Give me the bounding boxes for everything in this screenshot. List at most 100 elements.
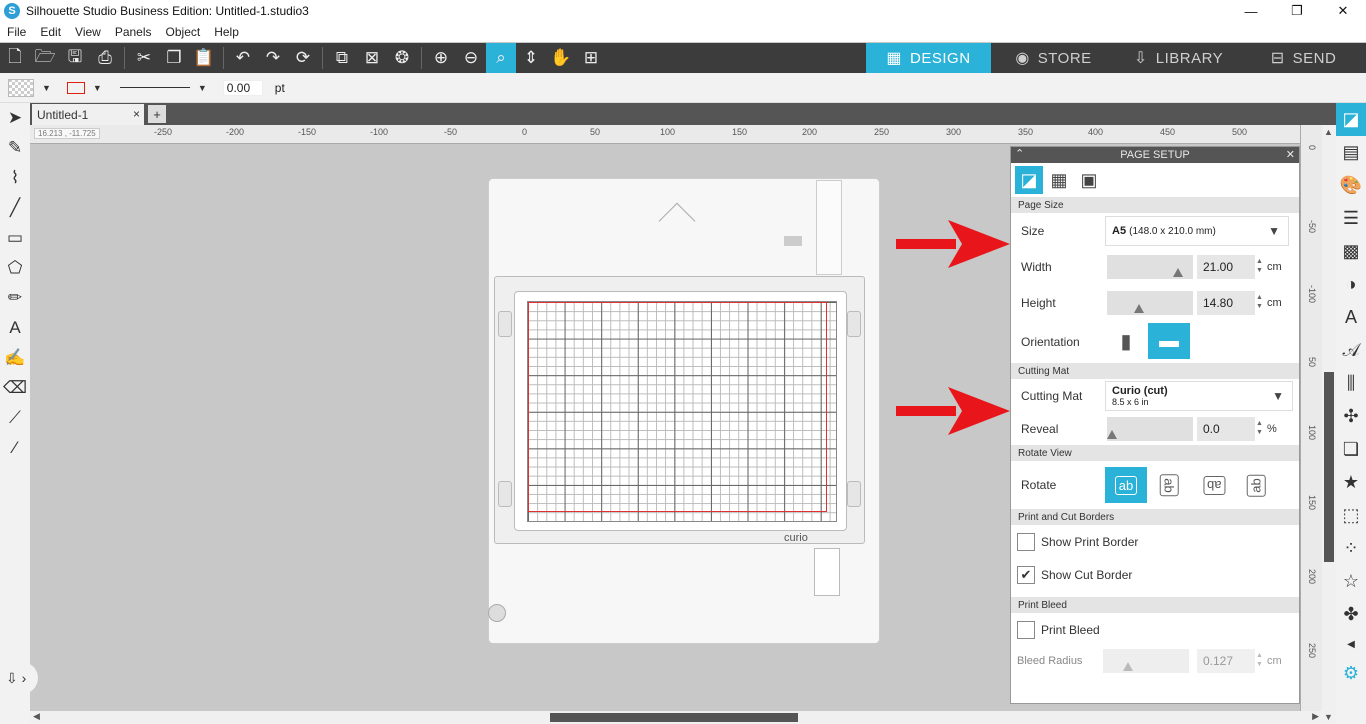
bleed-radius-input[interactable]: 0.127 bbox=[1197, 649, 1255, 673]
undo-icon[interactable]: ↶ bbox=[228, 43, 258, 73]
library-toggle-button[interactable]: ⇩ › bbox=[0, 662, 38, 694]
tab-store[interactable]: ◉ STORE bbox=[991, 43, 1116, 73]
transform-icon[interactable]: ✣ bbox=[1336, 400, 1366, 433]
settings-gear-icon[interactable]: ⚙ bbox=[1336, 657, 1366, 690]
tab-design[interactable]: ▦ DESIGN bbox=[866, 43, 991, 73]
width-slider[interactable] bbox=[1107, 255, 1193, 279]
nesting-icon[interactable]: ✤ bbox=[1336, 598, 1366, 631]
sketch-tool-icon[interactable]: ✍ bbox=[0, 343, 30, 373]
line-color-swatch[interactable] bbox=[66, 81, 85, 94]
tab-library[interactable]: ⇩ LIBRARY bbox=[1116, 43, 1241, 73]
modify-icon[interactable]: ★ bbox=[1336, 466, 1366, 499]
replicate-icon[interactable]: ❏ bbox=[1336, 433, 1366, 466]
scroll-right-icon[interactable]: ▶ bbox=[1312, 711, 1319, 722]
transparency-icon[interactable]: ◑ bbox=[1336, 268, 1366, 301]
new-document-icon[interactable]: 🗋 bbox=[0, 43, 30, 73]
fill-palette-icon[interactable]: 🎨 bbox=[1336, 169, 1366, 202]
eraser-tool-icon[interactable]: ⌫ bbox=[0, 373, 30, 403]
select-all-icon[interactable]: ⧉ bbox=[327, 43, 357, 73]
menu-view[interactable]: View bbox=[68, 25, 108, 39]
vertical-scroll-thumb[interactable] bbox=[1324, 372, 1334, 562]
menu-panels[interactable]: Panels bbox=[108, 25, 159, 39]
chevron-down-icon[interactable]: ▼ bbox=[42, 83, 51, 93]
pan-hand-icon[interactable]: ✋ bbox=[546, 43, 576, 73]
minimize-button[interactable]: — bbox=[1228, 0, 1274, 22]
close-tab-icon[interactable]: × bbox=[133, 107, 140, 121]
redraw-icon[interactable]: ⟳ bbox=[288, 43, 318, 73]
rotate-270-button[interactable]: ab bbox=[1235, 467, 1277, 503]
cutting-mat-select[interactable]: Curio (cut) 8.5 x 6 in ▼ bbox=[1105, 381, 1293, 411]
page-setup-panel-icon[interactable]: ◪ bbox=[1336, 103, 1366, 136]
trace-icon[interactable]: ⁘ bbox=[1336, 532, 1366, 565]
rotate-0-button[interactable]: ab bbox=[1105, 467, 1147, 503]
maximize-button[interactable]: ❐ bbox=[1274, 0, 1320, 22]
close-window-button[interactable]: ✕ bbox=[1320, 0, 1366, 22]
menu-help[interactable]: Help bbox=[207, 25, 246, 39]
print-bleed-checkbox[interactable] bbox=[1017, 620, 1035, 639]
height-spinner-icon[interactable]: ▲ ▼ bbox=[1256, 293, 1263, 311]
close-panel-icon[interactable]: ✕ bbox=[1286, 148, 1295, 161]
save-icon[interactable]: 🖫 bbox=[60, 43, 90, 73]
bleed-radius-slider[interactable] bbox=[1103, 649, 1189, 673]
rotate-90-button[interactable]: ab bbox=[1148, 467, 1190, 503]
copy-icon[interactable]: ❐ bbox=[159, 43, 189, 73]
zoom-select-icon[interactable]: ⌕ bbox=[486, 43, 516, 73]
width-spinner-icon[interactable]: ▲ ▼ bbox=[1256, 257, 1263, 275]
pencil-tool-icon[interactable]: ✏ bbox=[0, 283, 30, 313]
polygon-tool-icon[interactable]: ⬠ bbox=[0, 253, 30, 283]
page-setup-tab-background[interactable]: ▣ bbox=[1075, 166, 1103, 194]
landscape-button[interactable]: ▬ bbox=[1148, 323, 1190, 359]
document-tab[interactable]: Untitled-1 × bbox=[32, 104, 144, 125]
fill-pattern-icon[interactable]: ▩ bbox=[1336, 235, 1366, 268]
redo-icon[interactable]: ↷ bbox=[258, 43, 288, 73]
line-style-icon[interactable]: ☰ bbox=[1336, 202, 1366, 235]
portrait-button[interactable]: ▮ bbox=[1105, 323, 1147, 359]
zoom-in-icon[interactable]: ⊕ bbox=[426, 43, 456, 73]
menu-object[interactable]: Object bbox=[159, 25, 208, 39]
slider-knob[interactable] bbox=[1173, 268, 1183, 277]
line-width-input[interactable]: 0.00 bbox=[222, 79, 263, 96]
eyedropper-tool-icon[interactable]: ⁄ bbox=[0, 433, 30, 463]
pixscan-icon[interactable]: ▤ bbox=[1336, 136, 1366, 169]
scroll-up-icon[interactable]: ▲ bbox=[1324, 127, 1333, 137]
vertical-scrollbar[interactable]: ▲ ▼ bbox=[1322, 125, 1336, 724]
select-by-color-icon[interactable]: ❂ bbox=[387, 43, 417, 73]
menu-edit[interactable]: Edit bbox=[33, 25, 68, 39]
slider-knob[interactable] bbox=[1107, 430, 1117, 439]
paste-icon[interactable]: 📋 bbox=[189, 43, 219, 73]
width-input[interactable]: 21.00 bbox=[1197, 255, 1255, 279]
sketch-font-icon[interactable]: 𝒜 bbox=[1336, 334, 1366, 367]
cut-icon[interactable]: ✂ bbox=[129, 43, 159, 73]
library-star-icon[interactable]: ☆ bbox=[1336, 565, 1366, 598]
scroll-left-icon[interactable]: ◀ bbox=[33, 711, 40, 722]
text-tool-icon[interactable]: A bbox=[0, 313, 30, 343]
chevron-down-icon[interactable]: ▼ bbox=[198, 83, 207, 93]
add-tab-button[interactable]: + bbox=[148, 105, 166, 123]
bleed-radius-spinner-icon[interactable]: ▲ ▼ bbox=[1256, 651, 1263, 669]
page-setup-tab-grid[interactable]: ▦ bbox=[1045, 166, 1073, 194]
rectangle-tool-icon[interactable]: ▭ bbox=[0, 223, 30, 253]
deselect-icon[interactable]: ⊠ bbox=[357, 43, 387, 73]
slider-knob[interactable] bbox=[1134, 304, 1144, 313]
size-select[interactable]: A5 (148.0 x 210.0 mm) ▼ bbox=[1105, 216, 1289, 246]
height-input[interactable]: 14.80 bbox=[1197, 291, 1255, 315]
expand-strip-icon[interactable]: ◀ bbox=[1336, 631, 1366, 657]
select-arrow-icon[interactable]: ➤ bbox=[0, 103, 30, 133]
show-print-border-checkbox[interactable] bbox=[1017, 532, 1035, 551]
drag-zoom-icon[interactable]: ⇕ bbox=[516, 43, 546, 73]
zoom-out-icon[interactable]: ⊖ bbox=[456, 43, 486, 73]
reveal-spinner-icon[interactable]: ▲ ▼ bbox=[1256, 419, 1263, 437]
text-style-icon[interactable]: A bbox=[1336, 301, 1366, 334]
horizontal-scrollbar[interactable]: ◀ ▶ bbox=[30, 711, 1322, 724]
scroll-down-icon[interactable]: ▼ bbox=[1324, 712, 1333, 722]
fit-to-page-icon[interactable]: ⊞ bbox=[576, 43, 606, 73]
fill-color-swatch[interactable] bbox=[8, 78, 34, 97]
line-tool-icon[interactable]: ╱ bbox=[0, 193, 30, 223]
tab-send[interactable]: ⊟ SEND bbox=[1241, 43, 1366, 73]
slider-knob[interactable] bbox=[1123, 662, 1133, 671]
page-setup-tab-page[interactable]: ◪ bbox=[1015, 166, 1043, 194]
offset-icon[interactable]: ⬚ bbox=[1336, 499, 1366, 532]
reveal-input[interactable]: 0.0 bbox=[1197, 417, 1255, 441]
collapse-panel-icon[interactable]: ⌃ bbox=[1015, 147, 1024, 160]
curve-icon[interactable]: ⌇ bbox=[0, 163, 30, 193]
